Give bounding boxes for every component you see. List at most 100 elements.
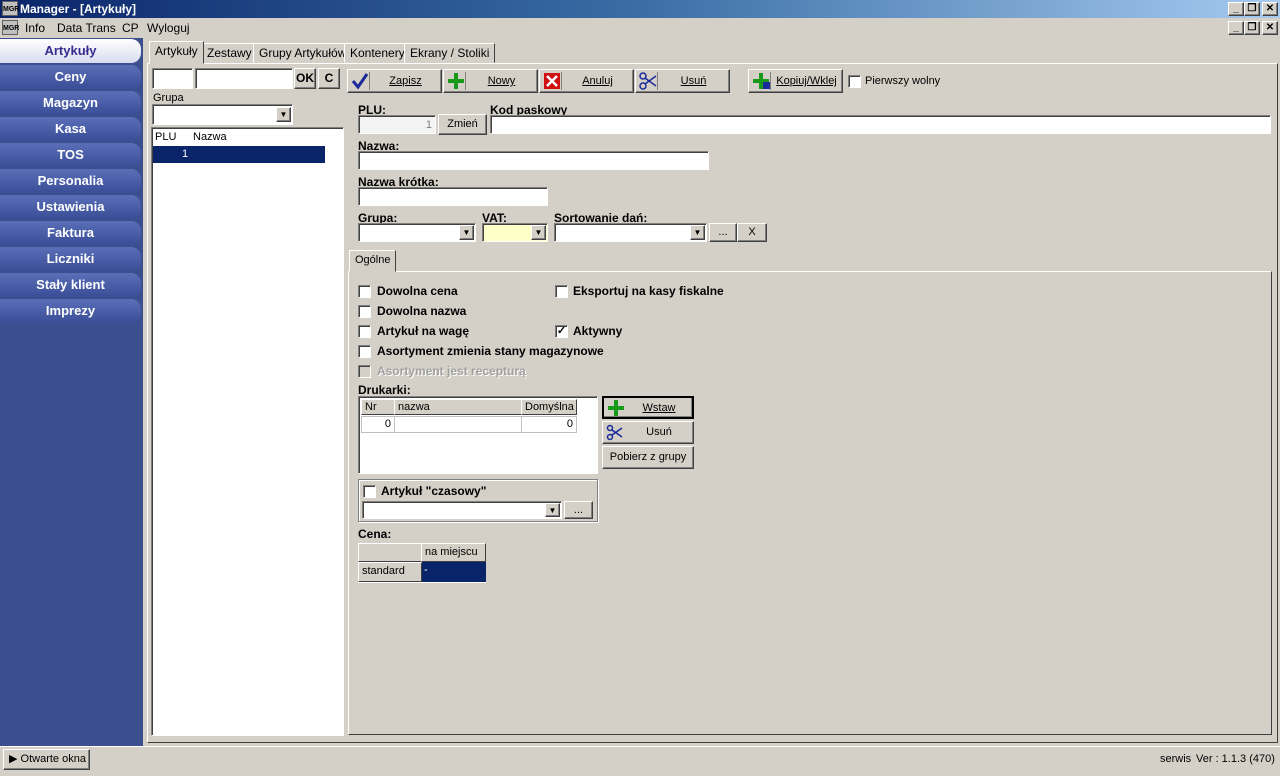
nav-faktura[interactable]: Faktura — [0, 221, 141, 245]
delete-printer-button[interactable]: Usuń — [602, 421, 694, 444]
tab-grupy-artykulow[interactable]: Grupy Artykułów — [253, 43, 353, 63]
printers-cell-name[interactable] — [394, 416, 522, 433]
window-title: Manager - [Artykuły] — [20, 2, 137, 16]
list-item-plu: 1 — [182, 148, 189, 160]
search-plu-input[interactable] — [152, 68, 193, 89]
printers-header-default: Domyślna — [521, 399, 577, 415]
ok-button[interactable]: OK — [294, 68, 316, 89]
sort-select[interactable]: ▼ — [554, 223, 707, 242]
nav-artykuly[interactable]: Artykuły — [0, 39, 141, 63]
search-name-input[interactable] — [195, 68, 293, 89]
timed-article-label: Artykuł "czasowy" — [381, 484, 487, 498]
menu-data-trans[interactable]: Data Trans — [57, 21, 116, 35]
name-input[interactable] — [358, 151, 709, 170]
close-icon[interactable]: ✕ — [1262, 2, 1278, 16]
nav-magazyn[interactable]: Magazyn — [0, 91, 141, 115]
mdi-app-icon: MGR — [2, 20, 19, 35]
stock-label: Asortyment zmienia stany magazynowe — [377, 344, 604, 358]
short-name-input[interactable] — [358, 187, 548, 206]
recipe-checkbox — [358, 365, 371, 378]
title-bar — [0, 0, 1280, 18]
mdi-restore-icon[interactable]: ❐ — [1244, 21, 1260, 35]
plu-input[interactable] — [358, 115, 436, 134]
timed-browse-button[interactable]: ... — [564, 501, 593, 519]
tab-kontenery[interactable]: Kontenery — [344, 43, 411, 63]
tab-ekrany-stoliki[interactable]: Ekrany / Stoliki — [404, 43, 496, 63]
group-label: Grupa — [153, 92, 184, 104]
tab-zestawy[interactable]: Zestawy — [201, 43, 258, 63]
printers-cell-nr[interactable]: 0 — [361, 416, 395, 433]
nav-ceny[interactable]: Ceny — [0, 65, 141, 89]
nav-imprezy[interactable]: Imprezy — [0, 299, 141, 323]
stock-checkbox[interactable] — [358, 345, 371, 358]
menu-info[interactable]: Info — [25, 21, 45, 35]
price-cell[interactable]: - — [422, 562, 486, 582]
menu-cp[interactable]: CP — [122, 21, 139, 35]
status-user: serwis — [1160, 753, 1192, 765]
first-free-label: Pierwszy wolny — [865, 75, 941, 87]
clear-button[interactable]: C — [318, 68, 340, 89]
chevron-down-icon[interactable]: ▼ — [531, 225, 546, 240]
free-price-label: Dowolna cena — [377, 284, 458, 298]
price-corner — [358, 543, 422, 562]
export-fiscal-label: Eksportuj na kasy fiskalne — [573, 284, 724, 298]
chevron-down-icon[interactable]: ▼ — [459, 225, 474, 240]
nav-liczniki[interactable]: Liczniki — [0, 247, 141, 271]
menu-wyloguj[interactable]: Wyloguj — [147, 21, 190, 35]
list-header-plu: PLU — [155, 131, 177, 143]
new-button[interactable]: Nowy — [443, 69, 538, 93]
active-checkbox[interactable]: ✓ — [555, 325, 568, 338]
insert-printer-button[interactable]: Wstaw — [602, 396, 694, 419]
triangle-right-icon: ▶ — [9, 753, 18, 765]
copy-paste-button[interactable]: Kopiuj/Wklej — [748, 69, 843, 93]
timed-article-select[interactable]: ▼ — [362, 501, 562, 519]
mdi-minimize-icon[interactable]: _ — [1228, 21, 1244, 35]
save-button[interactable]: Zapisz — [347, 69, 442, 93]
printers-header-nr: Nr — [361, 399, 395, 415]
free-price-checkbox[interactable] — [358, 285, 371, 298]
price-row-label: standard — [358, 562, 422, 582]
chevron-down-icon[interactable]: ▼ — [276, 107, 291, 122]
weighed-label: Artykuł na wagę — [377, 324, 470, 338]
first-free-checkbox[interactable] — [848, 75, 861, 88]
nav-tos[interactable]: TOS — [0, 143, 141, 167]
restore-icon[interactable]: ❐ — [1244, 2, 1260, 16]
tab-artykuly[interactable]: Artykuły — [149, 41, 204, 64]
printers-label: Drukarki: — [358, 383, 411, 397]
free-name-checkbox[interactable] — [358, 305, 371, 318]
active-label: Aktywny — [573, 324, 623, 338]
group-select[interactable]: ▼ — [358, 223, 476, 242]
nav-staly-klient[interactable]: Stały klient — [0, 273, 141, 297]
menu-bar — [0, 18, 1280, 38]
weighed-checkbox[interactable] — [358, 325, 371, 338]
list-header-name: Nazwa — [193, 131, 227, 143]
minimize-icon[interactable]: _ — [1228, 2, 1244, 16]
barcode-input[interactable] — [490, 115, 1271, 134]
export-fiscal-checkbox[interactable] — [555, 285, 568, 298]
price-label: Cena: — [358, 527, 392, 541]
scissors-icon — [638, 72, 658, 90]
cancel-button[interactable]: Anuluj — [539, 69, 634, 93]
delete-button[interactable]: Usuń — [635, 69, 730, 93]
nav-kasa[interactable]: Kasa — [0, 117, 141, 141]
nav-personalia[interactable]: Personalia — [0, 169, 141, 193]
mdi-close-icon[interactable]: ✕ — [1262, 21, 1278, 35]
sort-clear-button[interactable]: X — [737, 223, 767, 242]
nav-ustawienia[interactable]: Ustawienia — [0, 195, 141, 219]
printers-header-name: nazwa — [394, 399, 522, 415]
fetch-from-group-button[interactable]: Pobierz z grupy — [602, 446, 694, 469]
chevron-down-icon[interactable]: ▼ — [545, 503, 560, 517]
timed-article-checkbox[interactable] — [363, 485, 376, 498]
list-item[interactable]: 1 — [153, 146, 325, 163]
open-windows-button[interactable]: ▶ Otwarte okna — [3, 749, 90, 770]
chevron-down-icon[interactable]: ▼ — [690, 225, 705, 240]
printers-cell-default[interactable]: 0 — [521, 416, 577, 433]
article-list[interactable] — [151, 127, 344, 736]
change-plu-button[interactable]: Zmień — [438, 114, 487, 135]
cross-icon — [542, 72, 562, 90]
vat-select[interactable]: ▼ — [482, 223, 548, 242]
sort-browse-button[interactable]: ... — [709, 223, 737, 242]
plus-icon — [446, 72, 466, 90]
group-filter-select[interactable]: ▼ — [152, 104, 293, 125]
subtab-general[interactable]: Ogólne — [349, 250, 397, 272]
